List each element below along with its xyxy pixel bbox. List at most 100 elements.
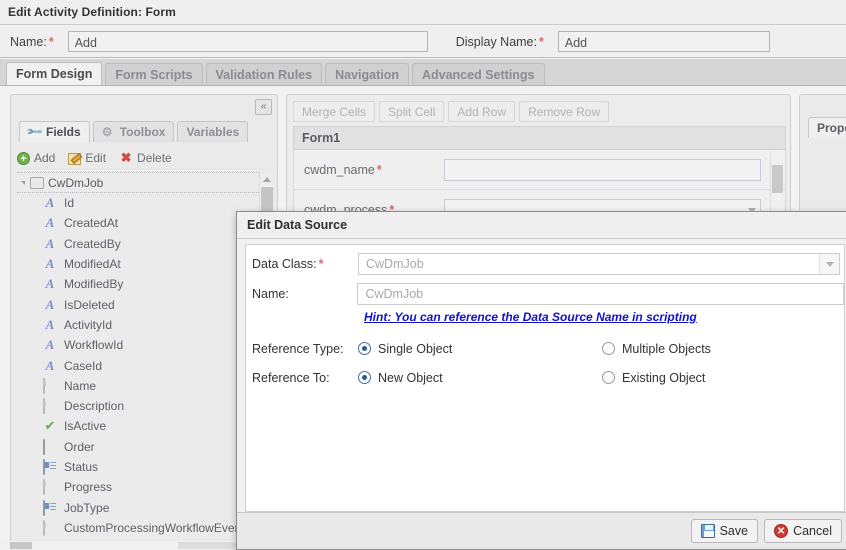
- reference-type-label: Reference Type:: [252, 341, 344, 356]
- tab-validation-rules[interactable]: Validation Rules: [205, 63, 323, 85]
- string-icon: A: [45, 235, 55, 251]
- radio-single-object[interactable]: Single Object: [358, 342, 602, 356]
- save-button[interactable]: Save: [690, 519, 759, 543]
- list-item[interactable]: JobType: [17, 497, 273, 517]
- expand-arrow-icon[interactable]: [21, 180, 25, 185]
- list-item[interactable]: Name: [17, 376, 273, 396]
- application-window: Edit Activity Definition: Form Name: * Ad…: [0, 0, 846, 550]
- numeric-icon: [43, 438, 57, 455]
- table-row[interactable]: cwdm_name *: [294, 150, 785, 190]
- display-name-input[interactable]: Add: [557, 31, 770, 52]
- display-name-required-asterisk: *: [538, 34, 544, 49]
- radio-button-icon[interactable]: [358, 342, 371, 355]
- tree-root-node[interactable]: CwDmJob: [17, 172, 273, 193]
- header-fields-row: Name: * Add Display Name: * Add: [0, 26, 846, 58]
- edit-field-button[interactable]: Edit: [68, 151, 106, 165]
- tab-properties[interactable]: Properties: [808, 117, 846, 138]
- tab-fields[interactable]: 🔧 Fields: [19, 121, 90, 142]
- list-item[interactable]: A ActivityId: [17, 315, 273, 335]
- gear-icon: ⚙: [101, 125, 113, 139]
- list-item-label: ModifiedBy: [64, 277, 124, 292]
- list-item-label: Id: [64, 196, 75, 211]
- fields-tree[interactable]: CwDmJob A Id A CreatedAt A CreatedBy A Modif…: [17, 172, 273, 548]
- textbox-icon: [43, 519, 57, 536]
- collapse-panel-icon[interactable]: «: [255, 99, 272, 115]
- list-item[interactable]: CustomProcessingWorkflowEvent: [17, 518, 273, 538]
- data-source-name-input[interactable]: CwDmJob: [357, 283, 844, 305]
- data-class-value: CwDmJob: [366, 257, 424, 271]
- add-field-button[interactable]: + Add: [17, 151, 55, 165]
- name-required-asterisk: *: [48, 34, 54, 49]
- wrench-icon: 🔧: [25, 123, 44, 142]
- list-item[interactable]: Order: [17, 437, 273, 457]
- list-item-label: CreatedAt: [64, 216, 119, 231]
- list-item[interactable]: A ModifiedBy: [17, 274, 273, 294]
- scripting-hint-link[interactable]: Hint: You can reference the Data Source …: [364, 310, 844, 324]
- radio-new-object-label: New Object: [378, 370, 443, 385]
- list-item[interactable]: A CaseId: [17, 355, 273, 375]
- list-item[interactable]: Progress: [17, 477, 273, 497]
- list-item[interactable]: A CreatedAt: [17, 213, 273, 233]
- list-item[interactable]: ✔ IsActive: [17, 416, 273, 436]
- list-item[interactable]: Description: [17, 396, 273, 416]
- string-icon: A: [45, 215, 55, 231]
- list-item-label: ActivityId: [64, 317, 113, 332]
- tab-variables[interactable]: Variables: [177, 121, 249, 142]
- tab-toolbox[interactable]: ⚙ Toolbox: [92, 121, 175, 142]
- data-source-name-row: Name: CwDmJob: [246, 283, 844, 305]
- list-item[interactable]: A ModifiedAt: [17, 254, 273, 274]
- edit-data-source-dialog: Edit Data Source Data Class: * CwDmJob Na…: [236, 211, 846, 550]
- data-class-label: Data Class: *: [246, 257, 358, 271]
- list-item-label: ModifiedAt: [64, 257, 121, 272]
- radio-button-icon[interactable]: [358, 371, 371, 384]
- reference-to-label: Reference To:: [252, 370, 330, 385]
- radio-existing-object-label: Existing Object: [622, 370, 706, 385]
- name-input[interactable]: Add: [67, 31, 428, 52]
- name-label: Name: *: [0, 35, 54, 49]
- delete-x-icon: ✖: [120, 150, 132, 165]
- list-item[interactable]: A Id: [17, 193, 273, 213]
- cancel-button[interactable]: ✕ Cancel: [764, 519, 842, 543]
- cancel-button-label: Cancel: [793, 524, 832, 538]
- radio-multiple-objects-label: Multiple Objects: [622, 341, 711, 356]
- edit-field-label: Edit: [85, 151, 107, 165]
- tab-advanced-settings[interactable]: Advanced Settings: [411, 63, 545, 85]
- delete-field-button[interactable]: ✖ Delete: [119, 150, 172, 166]
- list-item-label: CaseId: [64, 358, 103, 373]
- fields-panel-tabs: 🔧 Fields ⚙ Toolbox Variables: [19, 121, 251, 142]
- add-row-button[interactable]: Add Row: [448, 101, 516, 122]
- form-field-label: cwdm_name *: [294, 163, 444, 177]
- data-class-select[interactable]: CwDmJob: [358, 253, 840, 275]
- dialog-footer: Save ✕ Cancel: [237, 512, 846, 549]
- scrollbar-thumb[interactable]: [10, 542, 32, 549]
- cwdm-name-input[interactable]: [444, 158, 761, 181]
- split-cell-button[interactable]: Split Cell: [379, 101, 445, 122]
- radio-existing-object[interactable]: Existing Object: [602, 371, 705, 385]
- tab-toolbox-label: Toolbox: [119, 125, 166, 139]
- list-item-label: Progress: [64, 480, 113, 495]
- scrollbar-thumb[interactable]: [772, 165, 783, 193]
- scroll-up-icon[interactable]: [260, 172, 273, 186]
- form-title-header: Form1: [293, 126, 786, 150]
- radio-button-icon[interactable]: [602, 371, 615, 384]
- list-item[interactable]: A CreatedBy: [17, 234, 273, 254]
- tab-navigation[interactable]: Navigation: [325, 63, 409, 85]
- checkmark-icon: ✔: [44, 418, 56, 434]
- radio-button-icon[interactable]: [602, 342, 615, 355]
- radio-multiple-objects[interactable]: Multiple Objects: [602, 342, 711, 356]
- data-source-name-label: Name:: [252, 287, 289, 301]
- tab-form-scripts[interactable]: Form Scripts: [105, 63, 203, 85]
- tab-fields-label: Fields: [46, 125, 81, 139]
- remove-row-button[interactable]: Remove Row: [519, 101, 610, 122]
- chevron-down-icon[interactable]: [819, 254, 839, 274]
- list-item-label: Description: [64, 399, 125, 414]
- textbox-icon: [43, 479, 57, 496]
- plus-circle-icon: +: [17, 151, 30, 165]
- merge-cells-button[interactable]: Merge Cells: [293, 101, 376, 122]
- list-item[interactable]: Status: [17, 457, 273, 477]
- radio-new-object[interactable]: New Object: [358, 371, 602, 385]
- tab-form-design[interactable]: Form Design: [6, 62, 103, 85]
- list-item-label: Order: [64, 439, 95, 454]
- list-item[interactable]: A WorkflowId: [17, 335, 273, 355]
- list-item[interactable]: A IsDeleted: [17, 294, 273, 314]
